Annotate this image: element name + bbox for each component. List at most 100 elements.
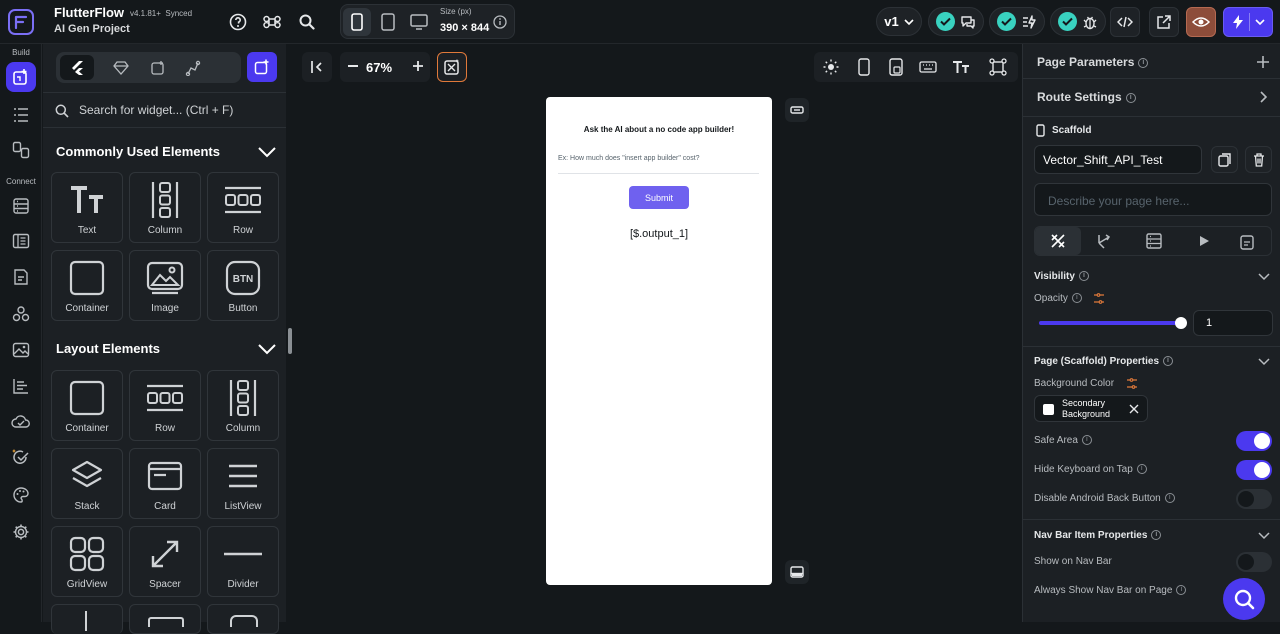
widget-tile-partial[interactable] — [129, 604, 201, 634]
widget-tile-listview[interactable]: ListView — [207, 448, 279, 519]
text-scale-icon[interactable] — [950, 56, 972, 78]
opacity-slider-thumb[interactable] — [1175, 317, 1187, 329]
flutter-widgets-tab-icon[interactable] — [60, 55, 94, 80]
ai-assist-icon[interactable] — [437, 52, 467, 82]
code-icon[interactable] — [1110, 7, 1140, 37]
cloud-functions-icon[interactable] — [6, 407, 36, 437]
hide-keyboard-toggle[interactable] — [1236, 460, 1272, 480]
animations-tab-icon[interactable] — [1198, 235, 1210, 247]
widget-tile-image[interactable]: Image — [129, 250, 201, 321]
desktop-device-icon[interactable] — [405, 8, 433, 36]
submit-button[interactable]: Submit — [629, 186, 689, 209]
widget-tile-row[interactable]: Row — [129, 370, 201, 441]
widget-tile-text[interactable]: Text — [51, 172, 123, 243]
media-assets-icon[interactable] — [6, 335, 36, 365]
help-icon[interactable] — [227, 11, 249, 33]
panel-resize-handle[interactable] — [288, 328, 292, 354]
widget-tile-partial[interactable] — [51, 604, 123, 634]
run-button[interactable] — [1223, 7, 1273, 37]
widget-tile-container[interactable]: Container — [51, 370, 123, 441]
open-external-icon[interactable] — [1149, 7, 1179, 37]
tablet-device-icon[interactable] — [374, 8, 402, 36]
backend-query-tab-icon[interactable] — [1146, 233, 1162, 249]
responsive-icon[interactable] — [885, 56, 907, 78]
database-icon[interactable] — [6, 191, 36, 221]
disable-back-toggle[interactable] — [1236, 489, 1272, 509]
actions-tab-icon[interactable] — [1095, 233, 1113, 251]
phone-preview[interactable]: Ask the AI about a no code app builder! … — [546, 97, 772, 585]
app-bar-toggle-icon[interactable] — [785, 98, 809, 122]
widget-tile-container[interactable]: Container — [51, 250, 123, 321]
page-description-input[interactable]: Describe your page here... — [1034, 183, 1272, 216]
widget-tile-divider[interactable]: Divider — [207, 526, 279, 597]
theme-palette-icon[interactable] — [6, 480, 36, 510]
variable-binding-icon[interactable] — [1126, 378, 1138, 389]
duplicate-page-icon[interactable] — [1211, 146, 1238, 173]
clear-color-icon[interactable] — [1129, 404, 1139, 414]
background-color-picker[interactable]: Secondary Background — [1034, 395, 1148, 422]
output-text[interactable]: [$.output_1] — [546, 228, 772, 240]
mobile-device-icon[interactable] — [343, 8, 371, 36]
debug-status[interactable] — [1050, 7, 1106, 36]
device-frame-icon[interactable] — [853, 56, 875, 78]
help-search-fab[interactable] — [1223, 578, 1265, 620]
collapse-panel-icon[interactable] — [302, 52, 332, 82]
settings-gear-icon[interactable] — [6, 517, 36, 547]
chevron-down-icon[interactable] — [1258, 358, 1270, 366]
keyboard-icon[interactable] — [917, 56, 939, 78]
light-mode-sun-icon[interactable] — [820, 56, 842, 78]
safe-area-toggle[interactable] — [1236, 431, 1272, 451]
chevron-down-icon[interactable] — [257, 146, 277, 160]
widget-tile-column[interactable]: Column — [207, 370, 279, 441]
opacity-slider-track[interactable] — [1039, 317, 1187, 329]
widget-search[interactable]: Search for widget... (Ctrl + F) — [43, 92, 286, 128]
app-state-icon[interactable] — [6, 262, 36, 292]
actions-status[interactable] — [989, 7, 1045, 36]
ai-generate-button[interactable] — [247, 52, 277, 82]
page-heading[interactable]: Ask the AI about a no code app builder! — [546, 125, 772, 134]
preview-eye-icon[interactable] — [1186, 7, 1216, 37]
add-icon[interactable] — [1256, 55, 1270, 69]
marketplace-tab-icon[interactable] — [176, 55, 210, 80]
chevron-right-icon[interactable] — [1259, 91, 1267, 103]
page-state-tab-icon[interactable] — [1240, 234, 1254, 250]
chevron-down-icon[interactable] — [1258, 532, 1270, 540]
search-icon[interactable] — [296, 11, 318, 33]
opacity-input[interactable]: 1 — [1193, 310, 1273, 336]
properties-tab-icon[interactable] — [1035, 227, 1081, 255]
widget-tile-gridview[interactable]: GridView — [51, 526, 123, 597]
custom-code-icon[interactable] — [6, 299, 36, 329]
widget-tile-row[interactable]: Row — [207, 172, 279, 243]
variable-binding-icon[interactable] — [1093, 293, 1105, 304]
widget-tile-spacer[interactable]: Spacer — [129, 526, 201, 597]
zoom-out-icon[interactable] — [348, 65, 358, 67]
data-types-icon[interactable] — [6, 226, 36, 256]
components-tab-icon[interactable] — [104, 55, 138, 80]
api-calls-icon[interactable] — [6, 371, 36, 401]
storyboard-icon[interactable] — [6, 135, 36, 165]
question-text-field[interactable]: Ex: How much does "insert app builder" c… — [558, 155, 700, 162]
widget-palette-icon[interactable] — [6, 62, 36, 92]
page-parameters-title[interactable]: Page Parameters i — [1037, 55, 1149, 69]
layout-inspect-icon[interactable] — [987, 56, 1009, 78]
widget-tile-column[interactable]: Column — [129, 172, 201, 243]
device-info-icon[interactable] — [489, 11, 511, 33]
ai-agents-icon[interactable] — [6, 443, 36, 473]
chevron-down-icon[interactable] — [1258, 273, 1270, 281]
widget-tile-button[interactable]: BTN Button — [207, 250, 279, 321]
page-name-input[interactable]: Vector_Shift_API_Test — [1034, 145, 1202, 174]
zoom-in-icon[interactable] — [412, 60, 424, 72]
command-palette-icon[interactable] — [261, 11, 283, 33]
widget-tile-card[interactable]: Card — [129, 448, 201, 519]
chevron-down-icon[interactable] — [257, 343, 277, 357]
widget-tile-stack[interactable]: Stack — [51, 448, 123, 519]
widget-tile-partial[interactable] — [207, 604, 279, 634]
route-settings-title[interactable]: Route Settings i — [1037, 90, 1136, 104]
delete-page-icon[interactable] — [1245, 146, 1272, 173]
comments-status[interactable] — [928, 7, 984, 36]
templates-tab-icon[interactable] — [141, 55, 175, 80]
bottom-bar-toggle-icon[interactable] — [785, 560, 809, 584]
version-selector[interactable]: v1 — [876, 7, 922, 36]
search-input[interactable]: Search for widget... (Ctrl + F) — [79, 103, 233, 117]
flutterflow-logo-icon[interactable] — [6, 7, 36, 37]
